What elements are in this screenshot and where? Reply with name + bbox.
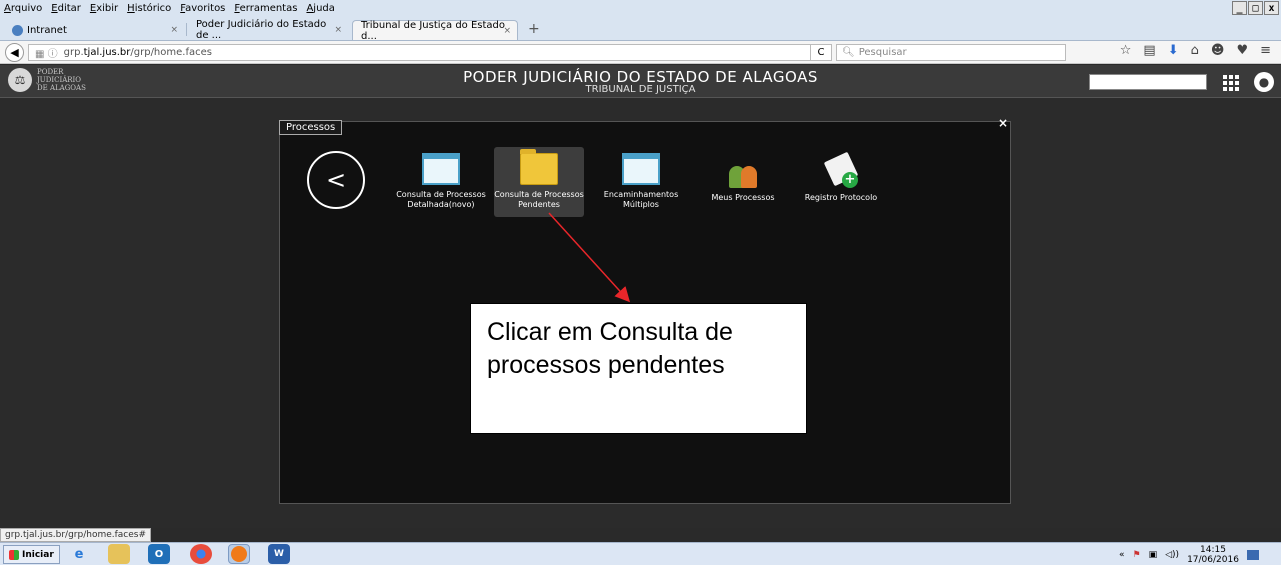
home-icon[interactable]: ⌂ [1191,43,1199,58]
people-icon [724,156,762,188]
start-button[interactable]: Iniciar [3,545,60,564]
window-icon [622,153,660,185]
header-search-input[interactable] [1089,74,1207,90]
ie-icon[interactable]: e [68,544,90,564]
search-placeholder: Pesquisar [858,47,907,58]
chrome-icon[interactable] [190,544,212,564]
tile-consulta-detalhada[interactable]: Consulta de Processos Detalhada(novo) [396,153,486,210]
network-icon[interactable]: ⚑ [1133,550,1141,560]
tile-encaminhamentos[interactable]: Encaminhamentos Múltiplos [596,153,686,210]
tile-registro-protocolo[interactable]: + Registro Protocolo [796,151,886,203]
url-bar[interactable]: ▦ ⓘ grp. tjal.jus.br/grp/home.faces [28,44,828,61]
clock-date: 17/06/2016 [1187,554,1239,565]
clipboard-icon[interactable]: ▤ [1143,43,1155,58]
tab-bar: Intranet × Poder Judiciário do Estado de… [0,17,1281,42]
close-window-button[interactable]: x [1264,1,1279,15]
tile-label: Consulta de Processos Detalhada(novo) [396,190,486,209]
menu-icon[interactable]: ≡ [1260,43,1271,58]
tray-chevron-icon[interactable]: « [1119,550,1125,560]
taskbar: Iniciar e O W « ⚑ ▣ ◁)) 14:15 17/06/2016 [0,542,1281,565]
search-icon: 🔍︎ [842,47,855,58]
tab-separator [186,23,187,36]
outlook-icon[interactable]: O [148,544,170,564]
menu-historico[interactable]: Histórico [127,3,171,14]
panel-tab[interactable]: Processos [279,120,343,135]
explorer-folder-icon[interactable] [108,544,130,564]
tile-label: Encaminhamentos Múltiplos [603,190,679,209]
maximize-button[interactable]: □ [1248,1,1263,15]
clock[interactable]: 14:15 17/06/2016 [1187,545,1239,565]
chat-icon[interactable]: ☻ [1211,43,1225,58]
system-tray: « ⚑ ▣ ◁)) 14:15 17/06/2016 [1111,543,1281,565]
user-icon[interactable]: ● [1254,72,1274,92]
tab-label: Poder Judiciário do Estado de ... [196,19,327,41]
new-tab-button[interactable]: + [528,21,540,37]
globe-icon [12,24,23,36]
apps-grid-icon[interactable] [1221,73,1239,91]
close-icon[interactable]: × [998,116,1008,130]
back-circle-button[interactable]: < [307,151,365,209]
url-prefix: grp. [63,47,84,58]
tab-tribunal[interactable]: Tribunal de Justiça do Estado d... × [352,19,518,42]
tab-label: Tribunal de Justiça do Estado d... [361,19,506,42]
status-bar: grp.tjal.jus.br/grp/home.faces# [0,528,152,542]
site-info-icon[interactable]: ▦ ⓘ [35,45,58,60]
document-add-icon: + [822,151,860,188]
menu-bar: Arquivo Editar Exibir Histórico Favorito… [0,0,1281,17]
menu-ferramentas[interactable]: Ferramentas [234,3,297,14]
tab-intranet[interactable]: Intranet × [4,20,184,40]
reload-button[interactable]: C [810,44,832,61]
close-tab-icon[interactable]: × [503,26,511,36]
menu-editar[interactable]: Editar [51,3,81,14]
firefox-icon[interactable] [228,544,250,564]
start-label: Iniciar [22,549,54,560]
tile-consulta-pendentes[interactable]: Consulta de Processos Pendentes [494,147,584,217]
url-host: tjal.jus.br [83,47,131,58]
word-icon[interactable]: W [268,544,290,564]
tile-meus-processos[interactable]: Meus Processos [698,156,788,203]
pocket-icon[interactable]: ♥ [1236,43,1248,58]
download-icon[interactable]: ⬇ [1168,43,1179,58]
windows-flag-icon [9,549,19,560]
tab-label: Intranet [27,24,67,36]
annotation-callout: Clicar em Consulta de processos pendente… [470,303,807,434]
tile-label: Consulta de Processos Pendentes [494,190,584,209]
clock-time: 14:15 [1200,544,1226,555]
navigation-bar: ◀ ▦ ⓘ grp. tjal.jus.br/grp/home.faces C 🔍… [0,41,1281,64]
menu-ajuda[interactable]: Ajuda [306,3,334,14]
star-icon[interactable]: ☆ [1120,43,1132,58]
search-input[interactable]: 🔍︎ Pesquisar [836,44,1066,61]
tab-poder-judiciario[interactable]: Poder Judiciário do Estado de ... × [188,19,348,41]
folder-icon [520,149,558,185]
menu-favoritos[interactable]: Favoritos [180,3,225,14]
window-controls: _ □ x [1232,1,1279,15]
menu-arquivo[interactable]: Arquivo [4,3,42,14]
close-tab-icon[interactable]: × [334,25,342,35]
close-tab-icon[interactable]: × [170,25,178,35]
window-icon [422,153,460,185]
app-header: ⚖ PODER JUDICIÁRIO DE ALAGOAS PODER JUDI… [0,65,1281,98]
volume-icon[interactable]: ◁)) [1165,550,1179,560]
tile-label: Registro Protocolo [804,193,878,202]
toolbar-icons: ☆ ▤ ⬇ ⌂ ☻ ♥ ≡ [1120,43,1271,58]
tile-label: Meus Processos [711,193,775,202]
back-arrow-icon[interactable]: ◀ [5,43,24,62]
menu-exibir[interactable]: Exibir [90,3,118,14]
printer-icon[interactable]: ▣ [1149,550,1158,560]
show-desktop-icon[interactable] [1246,549,1259,560]
minimize-button[interactable]: _ [1232,1,1247,15]
url-path: /grp/home.faces [130,47,212,58]
